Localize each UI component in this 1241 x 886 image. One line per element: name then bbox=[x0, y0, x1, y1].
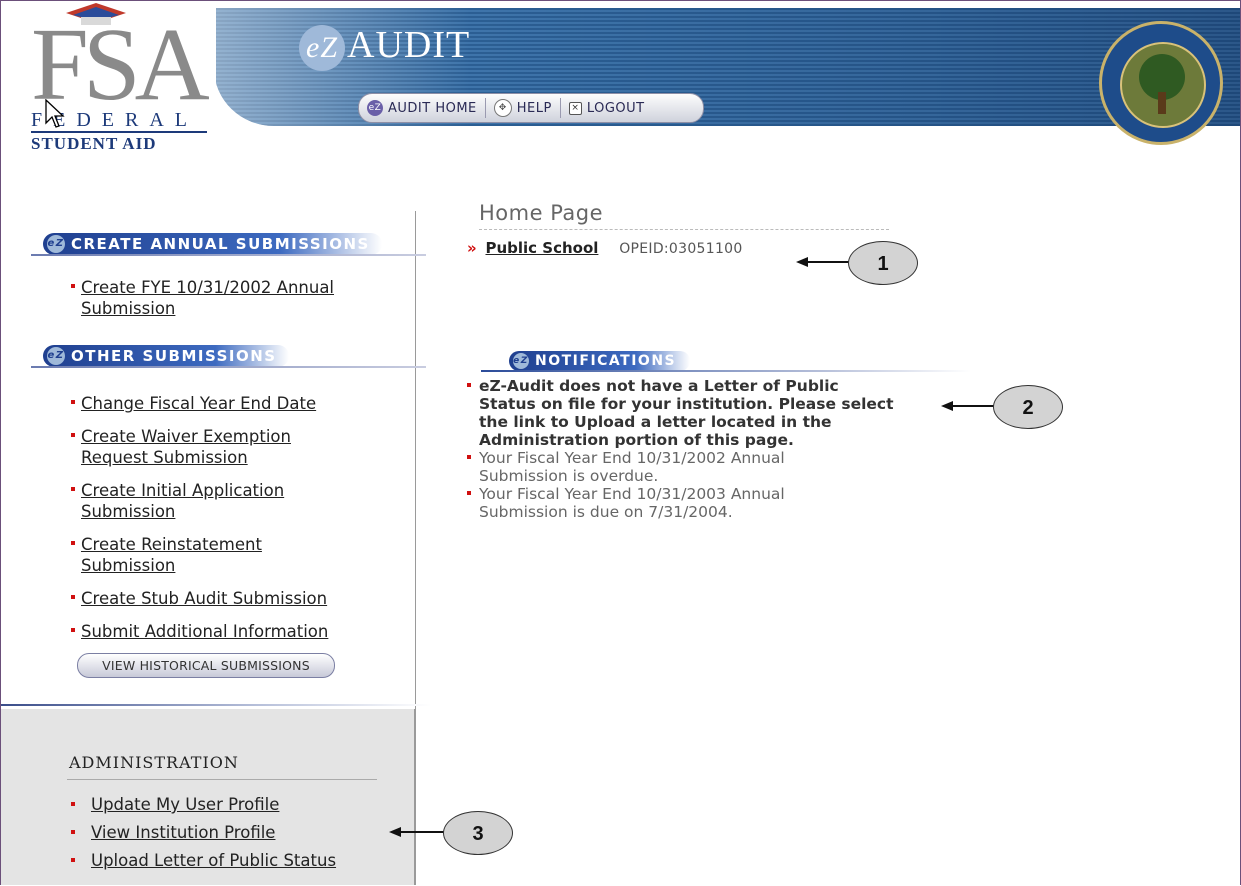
opeid-text: OPEID:03051100 bbox=[619, 241, 743, 257]
double-chevron-icon: » bbox=[467, 239, 477, 257]
link-line: Submission bbox=[81, 556, 176, 575]
other-submissions-links: Change Fiscal Year End Date Create Waive… bbox=[71, 393, 328, 654]
notification-line: the link to Upload a letter located in t… bbox=[479, 413, 832, 431]
sidebar-link-stub-audit[interactable]: Create Stub Audit Submission bbox=[71, 588, 328, 609]
help-button[interactable]: ✥ HELP bbox=[486, 98, 561, 118]
callout-arrow-line bbox=[399, 831, 447, 833]
notification-line: eZ-Audit does not have a Letter of Publi… bbox=[479, 377, 839, 395]
notification-line: Administration portion of this page. bbox=[479, 431, 794, 449]
sidebar-link-initial-application[interactable]: Create Initial Application Submission bbox=[71, 480, 328, 522]
link-line: Change Fiscal Year End Date bbox=[81, 394, 317, 413]
sidebar-link-create-fye-annual[interactable]: Create FYE 10/31/2002 Annual Submission bbox=[71, 277, 334, 319]
admin-link-update-profile[interactable]: Update My User Profile bbox=[71, 794, 336, 815]
tree-trunk bbox=[1158, 92, 1166, 114]
ez-icon: eZ bbox=[367, 100, 383, 116]
audit-home-label: AUDIT HOME bbox=[388, 100, 477, 116]
help-icon: ✥ bbox=[493, 99, 512, 117]
callout-3: 3 bbox=[443, 811, 513, 855]
notification-line: Submission is due on 7/31/2004. bbox=[479, 503, 733, 521]
link-line: Request Submission bbox=[81, 448, 248, 467]
page-frame: FSA FEDERAL STUDENT AID eZ AUDIT eZ AUDIT… bbox=[0, 0, 1241, 885]
create-annual-heading: eZ CREATE ANNUAL SUBMISSIONS bbox=[31, 233, 426, 256]
fsa-logo[interactable]: FSA FEDERAL STUDENT AID bbox=[1, 1, 216, 156]
heading-rule bbox=[31, 366, 426, 368]
mouse-cursor-icon bbox=[45, 99, 65, 128]
help-label: HELP bbox=[516, 100, 552, 116]
institution-line: » Public School OPEID:03051100 bbox=[467, 239, 743, 257]
create-annual-links: Create FYE 10/31/2002 Annual Submission bbox=[71, 277, 334, 331]
app-title-text: AUDIT bbox=[347, 24, 471, 66]
sidebar-link-reinstatement[interactable]: Create Reinstatement Submission bbox=[71, 534, 328, 576]
sidebar-link-waiver-exemption[interactable]: Create Waiver Exemption Request Submissi… bbox=[71, 426, 328, 468]
page-title: Home Page bbox=[479, 201, 604, 225]
notifications-heading-text: NOTIFICATIONS bbox=[535, 353, 677, 369]
other-submissions-heading: eZ OTHER SUBMISSIONS bbox=[31, 345, 426, 368]
admin-link-upload-letter[interactable]: Upload Letter of Public Status bbox=[71, 850, 336, 871]
link-line: Submit Additional Information bbox=[81, 622, 329, 641]
other-submissions-pill: eZ OTHER SUBMISSIONS bbox=[43, 345, 289, 367]
link-line: Create Reinstatement bbox=[81, 535, 262, 554]
logout-button[interactable]: × LOGOUT bbox=[561, 98, 653, 118]
notifications-heading: eZ NOTIFICATIONS bbox=[481, 351, 971, 372]
callout-arrow-line bbox=[806, 261, 852, 263]
close-icon: × bbox=[568, 101, 582, 115]
administration-links: Update My User Profile View Institution … bbox=[71, 794, 336, 878]
callout-1: 1 bbox=[848, 241, 918, 285]
view-historical-submissions-button[interactable]: VIEW HISTORICAL SUBMISSIONS bbox=[77, 653, 335, 678]
heading-rule bbox=[31, 254, 426, 256]
notification-line: Status on file for your institution. Ple… bbox=[479, 395, 894, 413]
notification-item: Your Fiscal Year End 10/31/2002 Annual S… bbox=[467, 449, 967, 485]
institution-name-link[interactable]: Public School bbox=[485, 239, 598, 257]
other-submissions-heading-text: OTHER SUBMISSIONS bbox=[71, 347, 277, 365]
heading-rule bbox=[481, 370, 971, 372]
sidebar-link-additional-info[interactable]: Submit Additional Information bbox=[71, 621, 328, 642]
ez-icon: eZ bbox=[47, 235, 65, 253]
create-annual-pill: eZ CREATE ANNUAL SUBMISSIONS bbox=[43, 233, 382, 255]
link-line: Submission bbox=[81, 502, 176, 521]
notification-line: Submission is overdue. bbox=[479, 467, 659, 485]
header-toolbar: eZ AUDIT HOME ✥ HELP × LOGOUT bbox=[358, 93, 704, 123]
ez-logo-icon: eZ bbox=[299, 25, 345, 72]
ez-icon: eZ bbox=[47, 347, 65, 365]
notification-item: Your Fiscal Year End 10/31/2003 Annual S… bbox=[467, 485, 967, 521]
logout-label: LOGOUT bbox=[586, 100, 645, 116]
header: FSA FEDERAL STUDENT AID eZ AUDIT eZ AUDIT… bbox=[1, 1, 1240, 161]
notification-line: Your Fiscal Year End 10/31/2003 Annual bbox=[479, 485, 785, 503]
link-line: Submission bbox=[81, 299, 176, 318]
admin-link-institution-profile[interactable]: View Institution Profile bbox=[71, 822, 336, 843]
notifications-pill: eZ NOTIFICATIONS bbox=[509, 351, 691, 371]
administration-panel: ADMINISTRATION Update My User Profile Vi… bbox=[1, 709, 415, 885]
administration-title: ADMINISTRATION bbox=[69, 753, 239, 772]
callout-arrow-line bbox=[951, 405, 997, 407]
fsa-student-aid-text: STUDENT AID bbox=[31, 134, 157, 153]
app-title: eZ AUDIT bbox=[299, 23, 471, 72]
ez-icon: eZ bbox=[513, 353, 529, 369]
page-title-rule bbox=[479, 229, 889, 230]
sidebar-separator bbox=[1, 704, 431, 706]
link-line: Create Initial Application bbox=[81, 481, 285, 500]
create-annual-heading-text: CREATE ANNUAL SUBMISSIONS bbox=[71, 235, 370, 253]
audit-home-button[interactable]: eZ AUDIT HOME bbox=[359, 98, 486, 118]
notifications-list: eZ-Audit does not have a Letter of Publi… bbox=[467, 377, 967, 521]
notification-item: eZ-Audit does not have a Letter of Publi… bbox=[467, 377, 967, 449]
seal-center bbox=[1120, 42, 1206, 128]
department-of-education-seal bbox=[1099, 21, 1223, 145]
administration-rule bbox=[67, 779, 377, 780]
sidebar-link-change-fiscal-year[interactable]: Change Fiscal Year End Date bbox=[71, 393, 328, 414]
notification-line: Your Fiscal Year End 10/31/2002 Annual bbox=[479, 449, 785, 467]
link-line: Create Waiver Exemption bbox=[81, 427, 291, 446]
link-line: Create FYE 10/31/2002 Annual bbox=[81, 278, 335, 297]
sidebar-border bbox=[414, 709, 415, 885]
callout-2: 2 bbox=[993, 385, 1063, 429]
link-line: Create Stub Audit Submission bbox=[81, 589, 328, 608]
